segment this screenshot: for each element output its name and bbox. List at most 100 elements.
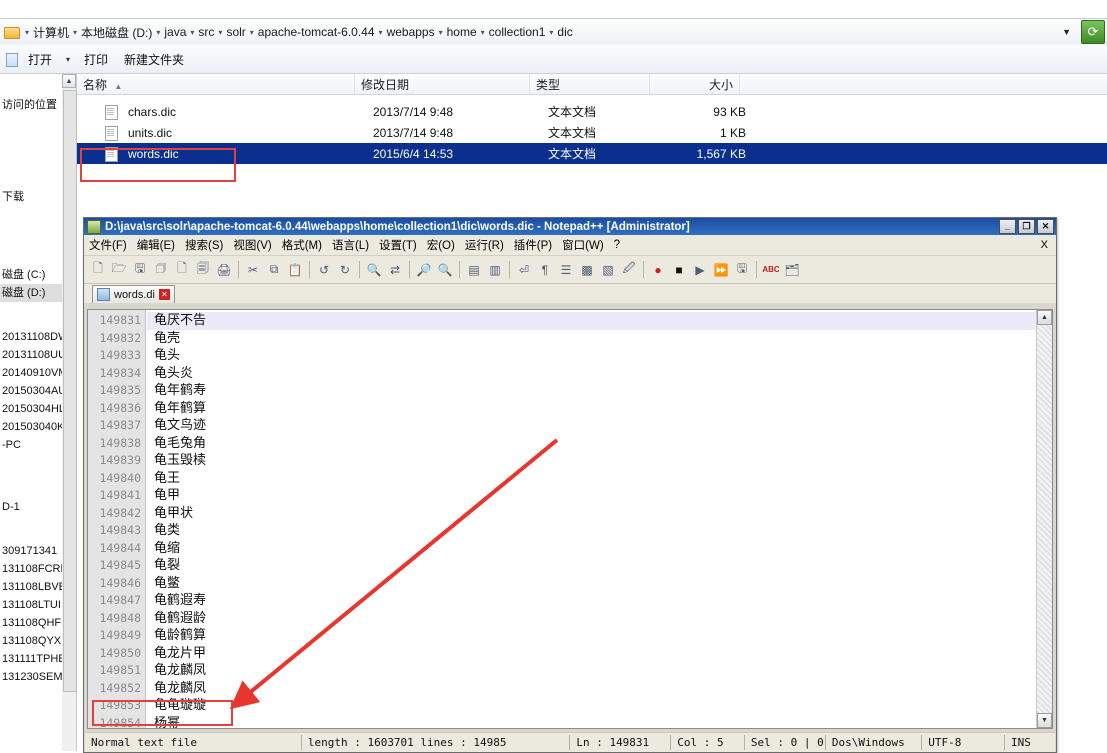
find-icon[interactable]: 🔍	[364, 260, 384, 280]
close-file-icon[interactable]: 🗋	[172, 260, 192, 280]
menu-format[interactable]: 格式(M)	[277, 235, 327, 255]
code-line[interactable]: 杨幂	[147, 715, 1036, 729]
nav-item-22[interactable]: 131108LBVE	[0, 578, 62, 596]
nav-item-16[interactable]: -PC	[0, 436, 62, 454]
menu-view[interactable]: 视图(V)	[228, 235, 276, 255]
navigation-pane[interactable]: 访问的位置 下载 磁盘 (C:) 磁盘 (D:) 20131108DW 2013…	[0, 74, 63, 751]
table-row-selected[interactable]: words.dic 2015/6/4 14:53 文本文档 1,567 KB	[77, 143, 1107, 164]
nav-item-24[interactable]: 131108QHFU	[0, 614, 62, 632]
nav-item-23[interactable]: 131108LTUI	[0, 596, 62, 614]
zoom-out-icon[interactable]: 🔍	[435, 260, 455, 280]
code-line[interactable]: 龟厌不告	[147, 312, 1036, 330]
nav-item-4[interactable]: 下载	[0, 188, 62, 206]
open-button[interactable]: 打开	[20, 48, 60, 71]
code-line[interactable]: 龟鹤遐龄	[147, 610, 1036, 628]
menu-help[interactable]: ?	[609, 237, 625, 253]
code-line[interactable]: 龟毛兔角	[147, 435, 1036, 453]
close-all-icon[interactable]: 🗐	[193, 260, 213, 280]
record-macro-icon[interactable]: ●	[648, 260, 668, 280]
replace-icon[interactable]: ⇄	[385, 260, 405, 280]
code-line[interactable]: 龟年鹤寿	[147, 382, 1036, 400]
nav-item-15[interactable]: 201503040K	[0, 418, 62, 436]
code-line[interactable]: 龟玉毁椟	[147, 452, 1036, 470]
table-row[interactable]: units.dic 2013/7/14 9:48 文本文档 1 KB	[77, 122, 1107, 143]
chevron-down-icon[interactable]: ▼	[1052, 27, 1081, 37]
breadcrumb[interactable]: ▾ 计算机 ▾ 本地磁盘 (D:) ▾ java ▾ src ▾ solr ▾ …	[23, 23, 575, 42]
breadcrumb-item-0[interactable]: 计算机	[31, 23, 71, 42]
nav-item-8[interactable]: 磁盘 (D:)	[0, 284, 62, 302]
file-list[interactable]: 名称 ▲ 修改日期 类型 大小 chars.dic 2013/7/14 9:48…	[77, 74, 1107, 204]
editor-vertical-scrollbar[interactable]: ▲ ▼	[1036, 310, 1052, 728]
menu-macro[interactable]: 宏(O)	[422, 235, 460, 255]
code-line[interactable]: 龟龙麟凤	[147, 680, 1036, 698]
breadcrumb-item-9[interactable]: dic	[555, 24, 574, 40]
breadcrumb-item-4[interactable]: solr	[224, 24, 247, 40]
notepadpp-title-bar[interactable]: D:\java\src\solr\apache-tomcat-6.0.44\we…	[84, 218, 1056, 235]
nav-item-25[interactable]: 131108QYXM	[0, 632, 62, 650]
copy-icon[interactable]: ⧉	[264, 260, 284, 280]
nav-pane-scrollbar[interactable]: ▲	[62, 74, 77, 751]
code-line[interactable]: 龟甲状	[147, 505, 1036, 523]
sync-vertical-icon[interactable]: ▤	[464, 260, 484, 280]
nav-item-13[interactable]: 20150304AU	[0, 382, 62, 400]
word-wrap-icon[interactable]: ⏎	[514, 260, 534, 280]
code-line[interactable]: 龟鹤遐寿	[147, 592, 1036, 610]
open-file-icon[interactable]: 🗁	[109, 260, 129, 280]
new-file-icon[interactable]: 🗋	[88, 260, 108, 280]
breadcrumb-item-7[interactable]: home	[445, 24, 479, 40]
cut-icon[interactable]: ✂	[243, 260, 263, 280]
code-line[interactable]: 龟年鹤算	[147, 400, 1036, 418]
print-button[interactable]: 打印	[76, 48, 116, 71]
table-row[interactable]: chars.dic 2013/7/14 9:48 文本文档 93 KB	[77, 101, 1107, 122]
menu-run[interactable]: 运行(R)	[460, 235, 509, 255]
editor-area[interactable]: 149831 149832 149833 149834 149835 14983…	[87, 309, 1053, 729]
refresh-icon[interactable]: ⟳	[1081, 20, 1105, 44]
nav-item-10[interactable]: 20131108DW	[0, 328, 62, 346]
breadcrumb-item-2[interactable]: java	[162, 24, 188, 40]
code-line[interactable]: 龟缩	[147, 540, 1036, 558]
open-dropdown-icon[interactable]: ▾	[60, 55, 76, 64]
sync-horizontal-icon[interactable]: ▥	[485, 260, 505, 280]
indent-guide-icon[interactable]: ▩	[577, 260, 597, 280]
print-icon[interactable]: 🖨	[214, 260, 234, 280]
show-symbol-icon[interactable]: ¶	[535, 260, 555, 280]
menu-edit[interactable]: 编辑(E)	[132, 235, 180, 255]
nav-item-27[interactable]: 131230SEMT	[0, 668, 62, 686]
run-multiple-icon[interactable]: ⏩	[711, 260, 731, 280]
code-line[interactable]: 龟王	[147, 470, 1036, 488]
code-line[interactable]: 龟壳	[147, 330, 1036, 348]
menu-settings[interactable]: 设置(T)	[374, 235, 422, 255]
code-line[interactable]: 龟龄鹤算	[147, 627, 1036, 645]
save-icon[interactable]: 🖫	[130, 260, 150, 280]
resize-grip-icon[interactable]	[1042, 736, 1055, 750]
menu-file[interactable]: 文件(F)	[84, 235, 132, 255]
menu-language[interactable]: 语言(L)	[327, 235, 374, 255]
column-header-name[interactable]: 名称 ▲	[77, 74, 355, 94]
zoom-in-icon[interactable]: 🔎	[414, 260, 434, 280]
menu-window[interactable]: 窗口(W)	[557, 235, 609, 255]
menu-search[interactable]: 搜索(S)	[180, 235, 228, 255]
playback-icon[interactable]: ▶	[690, 260, 710, 280]
new-folder-button[interactable]: 新建文件夹	[116, 48, 192, 71]
nav-item-21[interactable]: 131108FCRH	[0, 560, 62, 578]
scroll-up-icon[interactable]: ▲	[1037, 310, 1052, 325]
column-header-size[interactable]: 大小	[650, 74, 740, 94]
code-line[interactable]: 龟龟璇璇	[147, 697, 1036, 715]
user-define-dialog-icon[interactable]: ▧	[598, 260, 618, 280]
scrollbar-track[interactable]	[1037, 325, 1052, 713]
scroll-up-icon[interactable]: ▲	[62, 74, 76, 88]
breadcrumb-item-6[interactable]: webapps	[385, 24, 437, 40]
nav-item-20[interactable]: 309171341	[0, 542, 62, 560]
nav-item-14[interactable]: 20150304HL	[0, 400, 62, 418]
folder-as-workspace-icon[interactable]: 🗂	[782, 260, 802, 280]
redo-icon[interactable]: ↻	[335, 260, 355, 280]
paste-icon[interactable]: 📋	[285, 260, 305, 280]
close-document-icon[interactable]: X	[1041, 239, 1056, 251]
tab-words-dic[interactable]: words.di ✕	[92, 285, 175, 303]
save-macro-icon[interactable]: 🖫	[732, 260, 752, 280]
code-line[interactable]: 龟头	[147, 347, 1036, 365]
address-bar[interactable]: ▾ 计算机 ▾ 本地磁盘 (D:) ▾ java ▾ src ▾ solr ▾ …	[0, 18, 1107, 46]
nav-item-12[interactable]: 20140910VM	[0, 364, 62, 382]
code-line[interactable]: 龟类	[147, 522, 1036, 540]
code-line[interactable]: 龟头炎	[147, 365, 1036, 383]
